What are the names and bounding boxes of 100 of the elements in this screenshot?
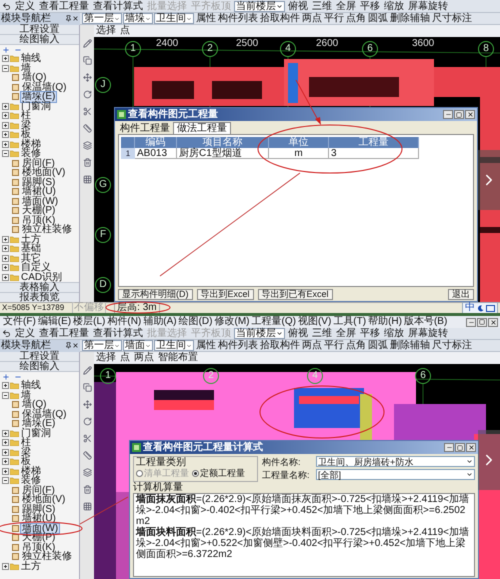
minus-box-icon[interactable] [2, 392, 9, 399]
tree-item[interactable]: 墙(Q) [21, 73, 48, 82]
toolbar-button[interactable]: 删除辅轴 [389, 340, 431, 352]
next-arrow-button[interactable] [478, 150, 500, 210]
toolbar-button[interactable]: 删除辅轴 [389, 12, 431, 24]
tree-item[interactable]: 其它 [21, 254, 41, 263]
toolbar-button[interactable]: 全屏 [334, 328, 358, 340]
tree-item[interactable]: 墙面(W) [21, 524, 60, 533]
toolbar-button[interactable]: 查看计算式 [91, 0, 145, 12]
nav-button[interactable]: 绘图输入 [0, 35, 79, 45]
tree-item[interactable]: 楼梯 [21, 466, 41, 476]
pencil-icon[interactable] [82, 366, 92, 375]
plus-box-icon[interactable] [2, 236, 9, 243]
toolbar-button[interactable]: 两点 [134, 352, 154, 364]
toolbar-button[interactable]: 智能布置 [158, 352, 198, 364]
tree-item[interactable]: 墙 [21, 64, 31, 73]
trash-icon[interactable] [82, 158, 92, 167]
tree-item[interactable]: 土方 [21, 562, 41, 571]
plus-box-icon[interactable] [2, 245, 9, 252]
plus-box-icon[interactable] [2, 112, 9, 120]
toolbar-button[interactable]: 圆弧 [367, 12, 389, 24]
ruler-icon[interactable] [82, 124, 92, 133]
rotate-icon[interactable] [82, 417, 92, 426]
move-icon[interactable] [82, 400, 92, 409]
plus-box-icon[interactable] [2, 382, 9, 390]
tree-item[interactable]: 土方 [21, 234, 41, 244]
toolbar-button[interactable]: 平移 [358, 0, 382, 12]
toolbar-button[interactable]: 俯视 [286, 328, 310, 340]
toolbar-button[interactable]: 屏幕旋转 [406, 328, 450, 340]
tree-item[interactable]: 墙裙(U) [21, 514, 57, 524]
tree-item[interactable]: 吊顶(K) [21, 542, 56, 552]
plus-box-icon[interactable] [2, 122, 9, 129]
grid-icon[interactable] [82, 502, 92, 511]
toolbar-button[interactable]: 三维 [310, 0, 334, 12]
layers-icon[interactable] [82, 141, 92, 150]
dialog-button[interactable]: 退出 [448, 288, 474, 300]
plus-box-icon[interactable] [2, 448, 9, 456]
toolbar-button[interactable]: 拾取构件 [259, 340, 301, 352]
toolbar-button[interactable]: 查看工程量 [37, 328, 91, 340]
tree-item[interactable]: 墙 [21, 390, 31, 400]
rotate-icon[interactable] [82, 90, 92, 99]
toolbar-button[interactable]: 点 [120, 352, 130, 364]
nav-button[interactable]: 表格输入 [0, 282, 79, 292]
tab[interactable]: 构件工程量 [117, 123, 173, 134]
tree-item[interactable]: 装修 [21, 476, 41, 486]
nav-button[interactable]: 绘图输入 [0, 362, 79, 372]
pin-icon[interactable] [65, 15, 72, 22]
tree-item[interactable]: 板 [21, 130, 31, 140]
tree-item[interactable]: 柱 [21, 438, 31, 448]
tree-item[interactable]: 轴线 [21, 381, 41, 390]
nav-button[interactable]: 工程设置 [0, 25, 79, 35]
minimize-button[interactable] [444, 443, 454, 452]
scissors-icon[interactable] [82, 434, 92, 443]
toolbar-button[interactable]: 圆弧 [367, 340, 389, 352]
tree-item[interactable]: 梁 [21, 120, 31, 130]
close-button[interactable] [466, 443, 476, 452]
menu-item[interactable]: 视图(V) [296, 316, 332, 328]
menu-item[interactable]: 绘图(D) [178, 316, 214, 328]
menu-item[interactable]: 编辑(E) [36, 316, 72, 328]
toolbar-button[interactable]: 属性 [195, 12, 217, 24]
tree-item[interactable]: 自定义 [21, 263, 51, 272]
toolbar-button[interactable]: 属性 [195, 340, 217, 352]
toolbar-button[interactable]: 俯视 [286, 0, 310, 12]
move-icon[interactable] [82, 73, 92, 82]
undo-icon[interactable] [2, 329, 11, 338]
ruler-icon[interactable] [82, 451, 92, 460]
tree-item[interactable]: 墙垛(E) [21, 419, 56, 428]
copy-icon[interactable] [82, 56, 92, 65]
toolbar-button[interactable]: 平行 [323, 12, 345, 24]
minus-box-icon[interactable] [2, 150, 9, 158]
menu-item[interactable]: 辅助(A) [142, 316, 178, 328]
nav-button[interactable]: 报表预览 [0, 292, 79, 302]
tree-item[interactable]: 墙(Q) [21, 400, 48, 410]
toolbar-button[interactable]: 屏幕旋转 [406, 0, 450, 12]
menu-item[interactable]: 版本号(B) [402, 316, 448, 328]
plus-box-icon[interactable] [2, 264, 9, 272]
plus-box-icon[interactable] [2, 102, 9, 110]
close-button[interactable] [465, 110, 475, 119]
trash-icon[interactable] [82, 485, 92, 494]
input-field[interactable]: 卫生间、厨房墙砖+防水 [316, 456, 475, 467]
ime-mode[interactable]: 中 [465, 303, 475, 313]
toolbar-button[interactable]: 两点 [301, 340, 323, 352]
plus-box-icon[interactable] [2, 274, 9, 281]
tree-item[interactable]: 独立柱装修 [21, 225, 73, 234]
tree-item[interactable]: 基础 [21, 244, 41, 254]
dropdown[interactable]: 第一层 [82, 13, 122, 24]
toolbar-button[interactable]: 全屏 [334, 0, 358, 12]
toolbar-button[interactable]: 选择 [96, 352, 116, 364]
tree-item[interactable]: 装修 [21, 149, 41, 158]
minus-box-icon[interactable] [2, 64, 9, 72]
expand-all-button[interactable] [2, 372, 10, 380]
toolbar-button[interactable]: 点角 [345, 340, 367, 352]
tree-item[interactable]: 轴线 [21, 54, 41, 64]
plus-box-icon[interactable] [2, 439, 9, 446]
dropdown[interactable]: 当前楼层 [234, 328, 285, 339]
plus-box-icon[interactable] [2, 468, 9, 475]
tree-item[interactable]: 板 [21, 457, 31, 466]
keyboard-icon[interactable] [486, 304, 495, 312]
toolbar-button[interactable]: 点 [120, 25, 130, 37]
tree-item[interactable]: CAD识别 [21, 272, 62, 282]
